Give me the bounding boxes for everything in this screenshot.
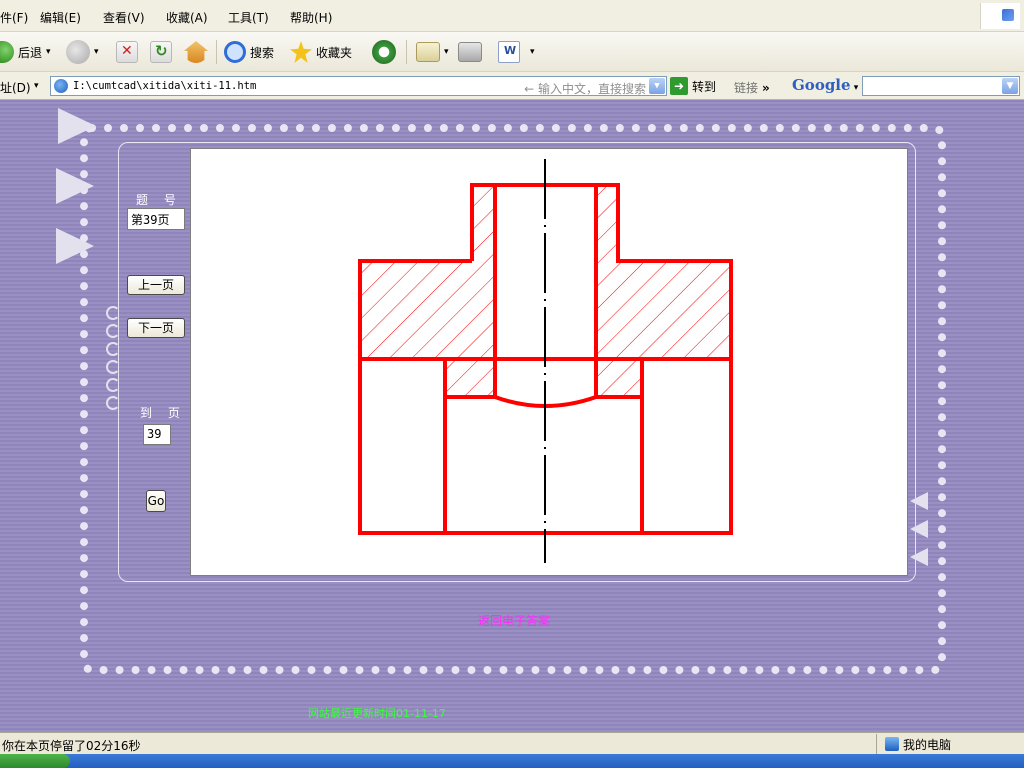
google-dropdown-icon[interactable]: ▼ — [1002, 78, 1018, 94]
search-icon — [224, 41, 246, 63]
decorative-spiral-icon — [106, 306, 120, 320]
toolbar-separator — [406, 40, 407, 64]
refresh-icon — [150, 41, 172, 63]
address-dropdown-icon[interactable]: ▼ — [649, 78, 665, 94]
menu-file[interactable]: 件(F) — [0, 9, 28, 26]
favorites-button[interactable]: 收藏夹 — [290, 38, 352, 66]
go-label: 转到 — [692, 79, 717, 94]
decorative-spiral-icon — [106, 360, 120, 374]
next-page-button[interactable]: 下一页 — [127, 318, 185, 338]
status-bar: 你在本页停留了02分16秒 我的电脑 — [0, 732, 1024, 754]
address-label: 址(D) — [0, 81, 31, 95]
favorites-label: 收藏夹 — [316, 45, 353, 60]
taskbar — [0, 754, 1024, 768]
question-number-label: 题 号 — [136, 193, 182, 207]
toolbar: 后退 ▾ ▾ 搜索 收藏夹 ▾ ▾ — [0, 32, 1024, 72]
go-arrow-icon: ➜ — [670, 77, 688, 95]
print-icon — [458, 42, 482, 62]
google-label: Google — [792, 76, 851, 94]
decorative-triangle-icon — [910, 520, 928, 538]
menu-edit[interactable]: 编辑(E) — [40, 9, 81, 26]
word-icon — [498, 41, 520, 63]
home-button[interactable] — [184, 38, 208, 66]
decorative-spiral-icon — [106, 342, 120, 356]
edit-word-button[interactable]: ▾ — [498, 38, 535, 66]
toolbar-separator — [216, 40, 217, 64]
forward-button[interactable]: ▾ — [66, 38, 99, 66]
google-search-input[interactable]: ▼ — [862, 76, 1020, 96]
goto-page-input[interactable]: 39 — [143, 424, 171, 445]
ie-page-icon — [54, 79, 68, 93]
forward-arrow-icon — [66, 40, 90, 64]
search-button[interactable]: 搜索 — [224, 38, 274, 66]
menu-view[interactable]: 查看(V) — [103, 9, 145, 26]
history-icon — [372, 40, 396, 64]
sectional-drawing — [358, 159, 733, 563]
address-url: I:\cumtcad\xitida\xiti-11.htm — [73, 80, 257, 92]
decorative-spiral-icon — [106, 378, 120, 392]
decorative-triangle-icon — [910, 548, 928, 566]
windows-logo-icon — [980, 3, 1020, 29]
decorative-triangle-icon — [58, 108, 96, 144]
menu-bar: 件(F) 编辑(E) 查看(V) 收藏(A) 工具(T) 帮助(H) — [0, 0, 1024, 32]
google-toolbar-logo[interactable]: Google ▾ — [792, 76, 858, 94]
back-dropdown-icon[interactable]: ▾ — [46, 47, 51, 57]
site-update-text: 网站最近更新时间01-11-17 — [308, 707, 446, 720]
decorative-triangle-icon — [910, 492, 928, 510]
links-label: 链接 — [734, 81, 759, 95]
status-message: 你在本页停留了02分16秒 — [2, 739, 141, 753]
security-zone: 我的电脑 — [876, 734, 1022, 754]
zone-label: 我的电脑 — [903, 737, 952, 752]
edit-dropdown-icon[interactable]: ▾ — [530, 47, 535, 57]
decorative-triangle-icon — [56, 228, 94, 264]
decorative-spiral-icon — [106, 396, 120, 410]
back-button[interactable]: 后退 ▾ — [0, 38, 51, 66]
menu-tools[interactable]: 工具(T) — [228, 9, 269, 26]
address-history-dropdown-icon[interactable]: ▾ — [34, 81, 39, 91]
stop-icon — [116, 41, 138, 63]
return-answers-link[interactable]: 返回电子答案 — [478, 612, 550, 629]
stop-button[interactable] — [116, 38, 138, 66]
drawing-panel — [190, 148, 908, 576]
question-number-field[interactable]: 第39页 — [127, 208, 185, 230]
menu-help[interactable]: 帮助(H) — [290, 9, 332, 26]
go-page-button[interactable]: Go — [146, 490, 166, 512]
favorites-star-icon — [290, 41, 312, 63]
goto-page-label: 到 页 — [140, 406, 186, 420]
decorative-triangle-icon — [56, 168, 94, 204]
hatch-left-flange — [360, 185, 495, 397]
print-button[interactable] — [458, 38, 482, 66]
start-button[interactable] — [0, 754, 70, 768]
prev-page-button[interactable]: 上一页 — [127, 275, 185, 295]
menu-favorites[interactable]: 收藏(A) — [166, 9, 208, 26]
address-input[interactable]: I:\cumtcad\xitida\xiti-11.htm ← 输入中文，直接搜… — [50, 76, 667, 96]
back-arrow-icon — [0, 41, 14, 63]
go-button[interactable]: ➜ 转到 — [670, 77, 716, 95]
mail-button[interactable]: ▾ — [416, 38, 449, 66]
refresh-button[interactable] — [150, 38, 172, 66]
decorative-spiral-icon — [106, 324, 120, 338]
links-toolbar[interactable]: 链接» — [734, 79, 770, 96]
links-more: » — [762, 81, 770, 95]
back-label: 后退 — [18, 45, 43, 60]
history-button[interactable] — [372, 38, 396, 66]
mail-icon — [416, 42, 440, 62]
address-bar: 址(D) ▾ I:\cumtcad\xitida\xiti-11.htm ← 输… — [0, 72, 1024, 100]
forward-dropdown-icon[interactable]: ▾ — [94, 47, 99, 57]
address-hint: ← 输入中文，直接搜索 — [524, 82, 646, 96]
search-label: 搜索 — [250, 45, 275, 60]
mail-dropdown-icon[interactable]: ▾ — [444, 47, 449, 57]
page-content: 题 号 第39页 上一页 下一页 到 页 39 Go 返回电子答案 网站最近更新… — [0, 100, 1024, 732]
my-computer-icon — [885, 737, 899, 751]
home-icon — [184, 41, 208, 63]
